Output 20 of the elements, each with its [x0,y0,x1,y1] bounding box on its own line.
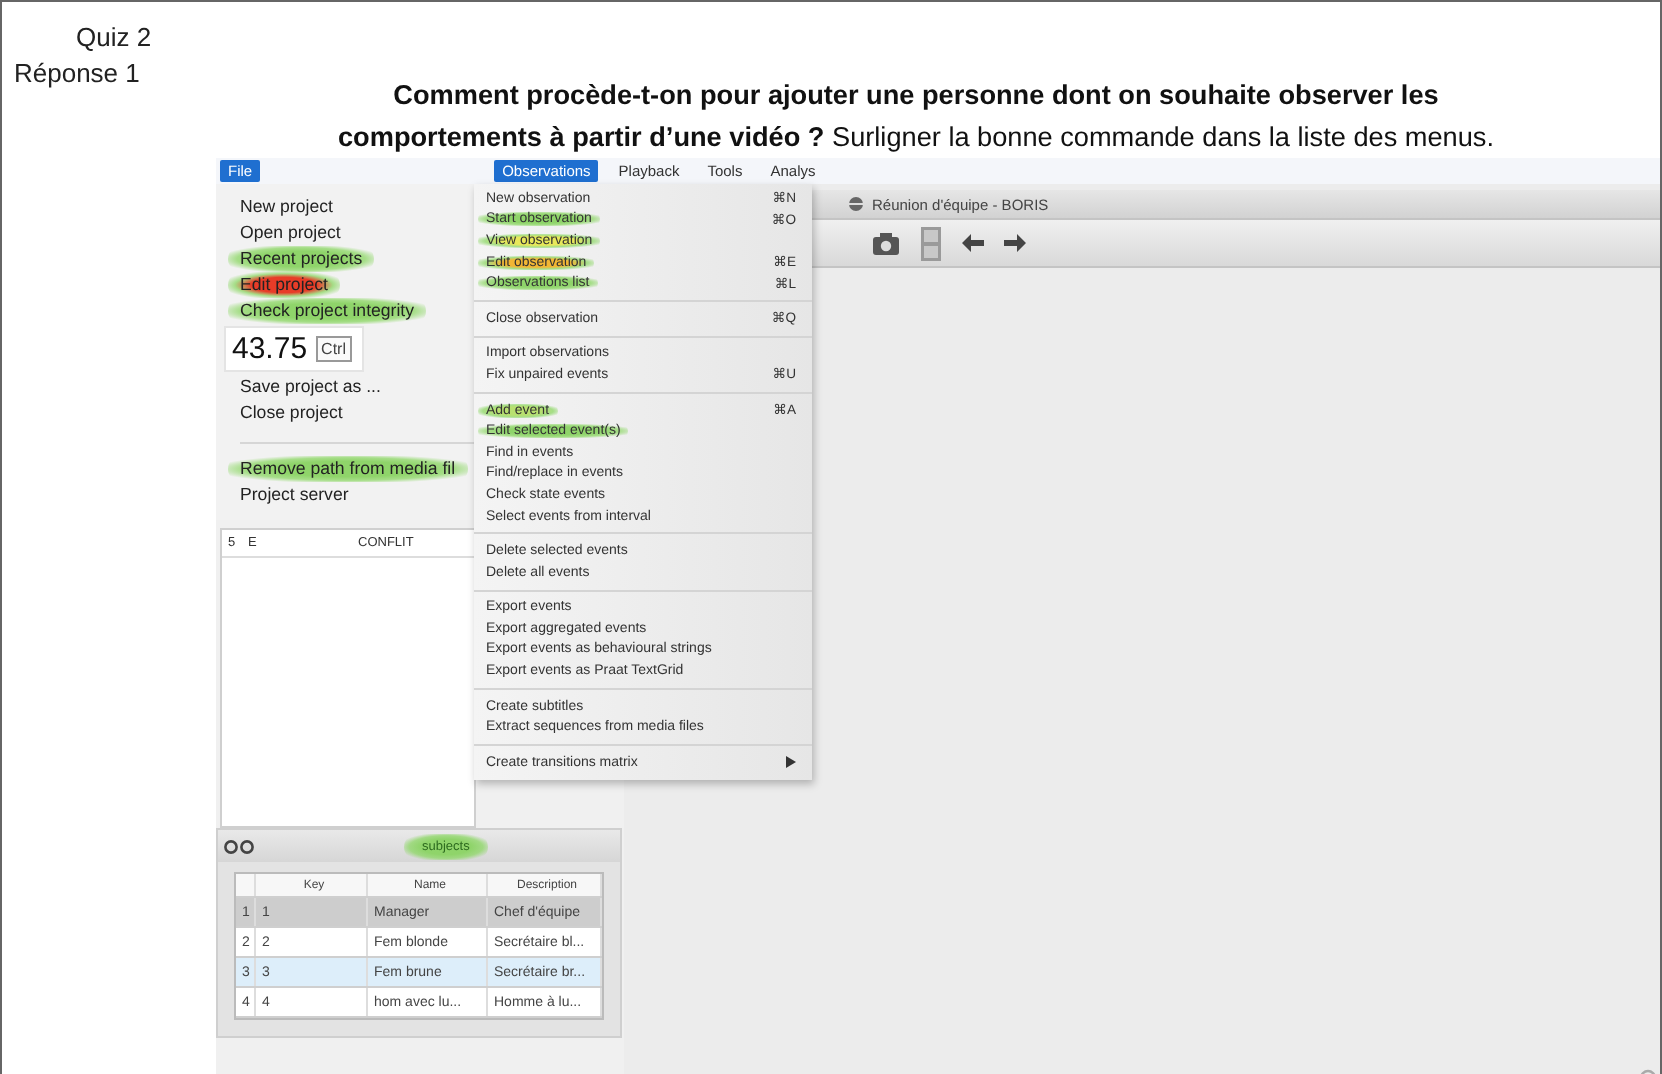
record-icon [848,196,864,212]
menu-item[interactable]: New project [228,194,345,220]
right-arrow-icon[interactable] [1004,234,1026,252]
menu-item[interactable]: Project server [228,482,361,508]
menu-item[interactable]: Edit project [228,272,341,298]
submenu-arrow-icon [786,756,796,769]
menu-item[interactable]: Remove path from media fil [228,456,468,482]
menu-item[interactable]: Check project integrity [228,298,427,324]
menu-item[interactable]: Recent projects [228,246,375,272]
menu-item[interactable]: Save project as ... [228,374,393,400]
menu-item[interactable]: Open project [228,220,353,246]
key-label: Ctrl [315,336,352,362]
camera-icon[interactable] [872,231,900,255]
question-text: Comment procède-t-on pour ajouter une personne dont on souhaite observer les comportements à partir d’une vidéo ? Surligner la bonne commande dans la liste des menus. [336,78,1496,156]
window-buttons-icon[interactable] [224,839,256,853]
quiz-label: Quiz 2 [76,20,152,56]
tooltip-value: 43.75 [232,332,308,366]
menu-item[interactable]: Close project [228,400,355,426]
answer-label: Réponse 1 [14,56,140,92]
left-arrow-icon[interactable] [962,234,984,252]
